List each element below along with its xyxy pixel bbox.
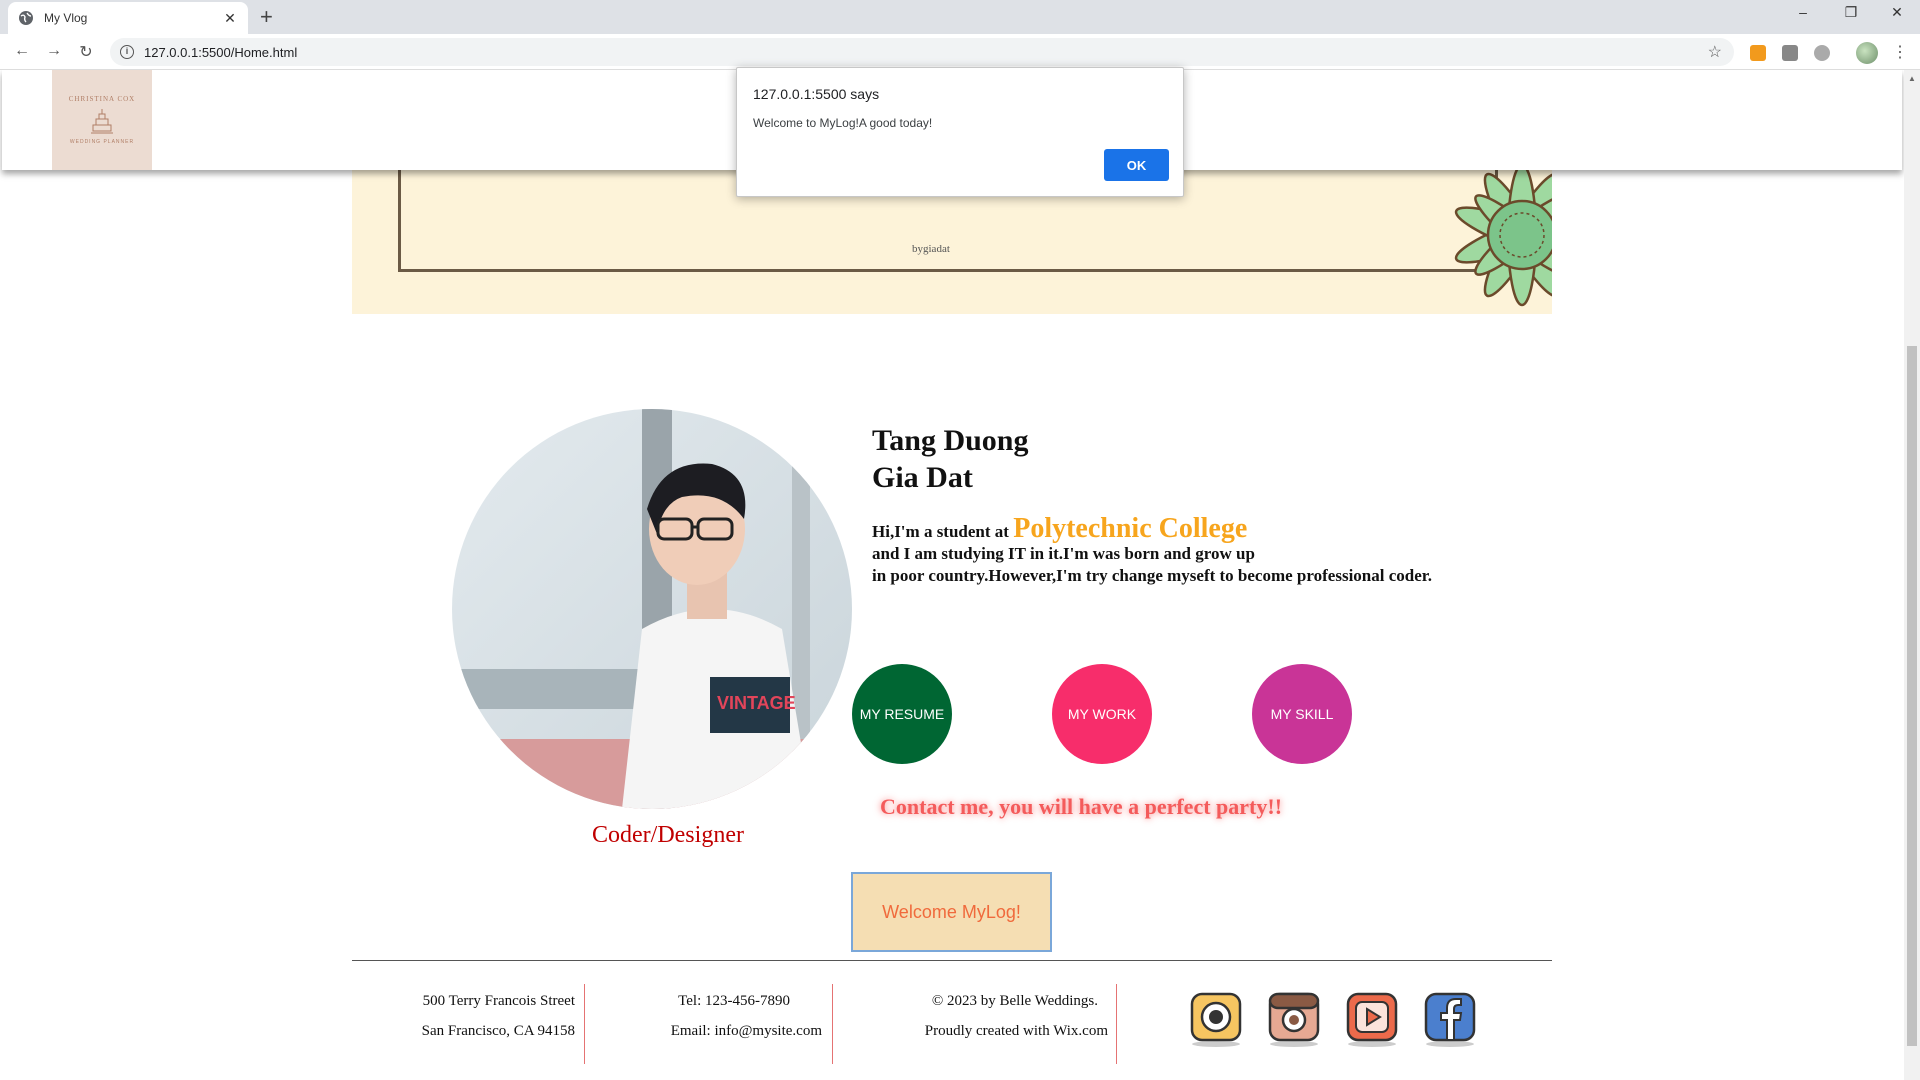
extension-icon[interactable] [1750,45,1766,61]
flower-illustration [1454,170,1552,307]
close-window-button[interactable]: ✕ [1874,4,1920,21]
created-with-text: Proudly created with Wix.com [924,1023,1108,1039]
web-page: CHRISTINA COX WEDDING PLANNER bygiadat V… [0,70,1904,1080]
dialog-ok-button[interactable]: OK [1104,149,1169,181]
forward-arrow-icon[interactable]: → [44,42,64,60]
browser-tabstrip: My Vlog ✕ + – ❐ ✕ [0,0,1920,34]
footer-divider [352,960,1552,961]
footer-separator [584,984,585,1064]
facebook-icon[interactable] [1424,992,1476,1048]
site-info-icon[interactable]: i [120,45,134,59]
camera-icon[interactable] [1190,992,1242,1048]
bookmark-star-icon[interactable]: ☆ [1708,42,1722,62]
my-resume-button[interactable]: MY RESUME [852,664,952,764]
welcome-mylog-button[interactable]: Welcome MyLog! [851,872,1052,952]
banner-signature: bygiadat [912,243,950,255]
footer-copyright: © 2023 by Belle Weddings. Proudly create… [840,986,1108,1046]
new-tab-button[interactable]: + [260,6,273,28]
bio-line-2: and I am studying IT in it.I'm was born … [872,544,1255,563]
profile-name: Tang Duong Gia Dat [872,422,1028,496]
minimize-button[interactable]: – [1780,4,1826,20]
browser-tab[interactable]: My Vlog ✕ [8,2,248,34]
globe-icon [19,11,33,25]
profile-photo-image: VINTAGE [452,409,852,809]
instagram-icon[interactable] [1268,992,1320,1048]
address-bar[interactable]: i 127.0.0.1:5500/Home.html ☆ [110,38,1734,66]
back-arrow-icon[interactable]: ← [12,42,32,60]
scroll-up-icon[interactable]: ▲ [1908,74,1916,83]
youtube-icon[interactable] [1346,992,1398,1048]
page-scrollbar[interactable]: ▲ [1904,70,1920,1080]
bio-line-3: in poor country.However,I'm try change m… [872,566,1432,585]
menu-icon[interactable]: ⋮ [1892,42,1908,62]
my-work-button[interactable]: MY WORK [1052,664,1152,764]
college-name: Polytechnic College [1013,513,1248,544]
name-line-2: Gia Dat [872,461,973,494]
footer-tel: Tel: 123-456-7890 [678,993,790,1009]
svg-text:VINTAGE: VINTAGE [717,693,796,713]
footer-email: Email: info@mysite.com [670,1023,822,1039]
dialog-message: Welcome to MyLog!A good today! [753,116,933,130]
reload-icon[interactable]: ↻ [76,42,96,62]
contact-tagline: Contact me, you will have a perfect part… [880,794,1283,819]
address-line-2: San Francisco, CA 94158 [421,1023,575,1039]
footer-separator [832,984,833,1064]
url-text: 127.0.0.1:5500/Home.html [144,44,298,60]
cake-icon [91,108,113,133]
footer-address: 500 Terry Francois Street San Francisco,… [352,986,575,1046]
copyright-text: © 2023 by Belle Weddings. [931,993,1098,1009]
tab-close-button[interactable]: ✕ [222,10,238,27]
alert-dialog: 127.0.0.1:5500 says Welcome to MyLog!A g… [736,67,1184,197]
logo-top-text: CHRISTINA COX [68,94,136,103]
bio-text: Hi,I'm a student at Polytechnic College … [872,515,1432,587]
scrollbar-thumb[interactable] [1907,346,1917,1046]
name-line-1: Tang Duong [872,424,1029,457]
profile-photo: VINTAGE [452,409,852,809]
bio-prefix: Hi,I'm a student at [872,522,1014,541]
my-skill-button[interactable]: MY SKILL [1252,664,1352,764]
address-line-1: 500 Terry Francois Street [422,993,575,1009]
dialog-title: 127.0.0.1:5500 says [753,86,880,102]
tab-title: My Vlog [44,11,88,25]
browser-toolbar: ← → ↻ i 127.0.0.1:5500/Home.html ☆ ⋮ [0,34,1920,70]
role-caption: Coder/Designer [592,822,744,848]
site-logo[interactable]: CHRISTINA COX WEDDING PLANNER [52,70,152,170]
restore-button[interactable]: ❐ [1828,4,1874,21]
logo-bottom-text: WEDDING PLANNER [69,138,135,145]
camera-extension-icon[interactable] [1782,45,1798,61]
extension-icon[interactable] [1814,45,1830,61]
footer-contact: Tel: 123-456-7890 Email: info@mysite.com [592,986,822,1046]
profile-avatar[interactable] [1856,42,1878,64]
footer-separator [1116,984,1117,1064]
